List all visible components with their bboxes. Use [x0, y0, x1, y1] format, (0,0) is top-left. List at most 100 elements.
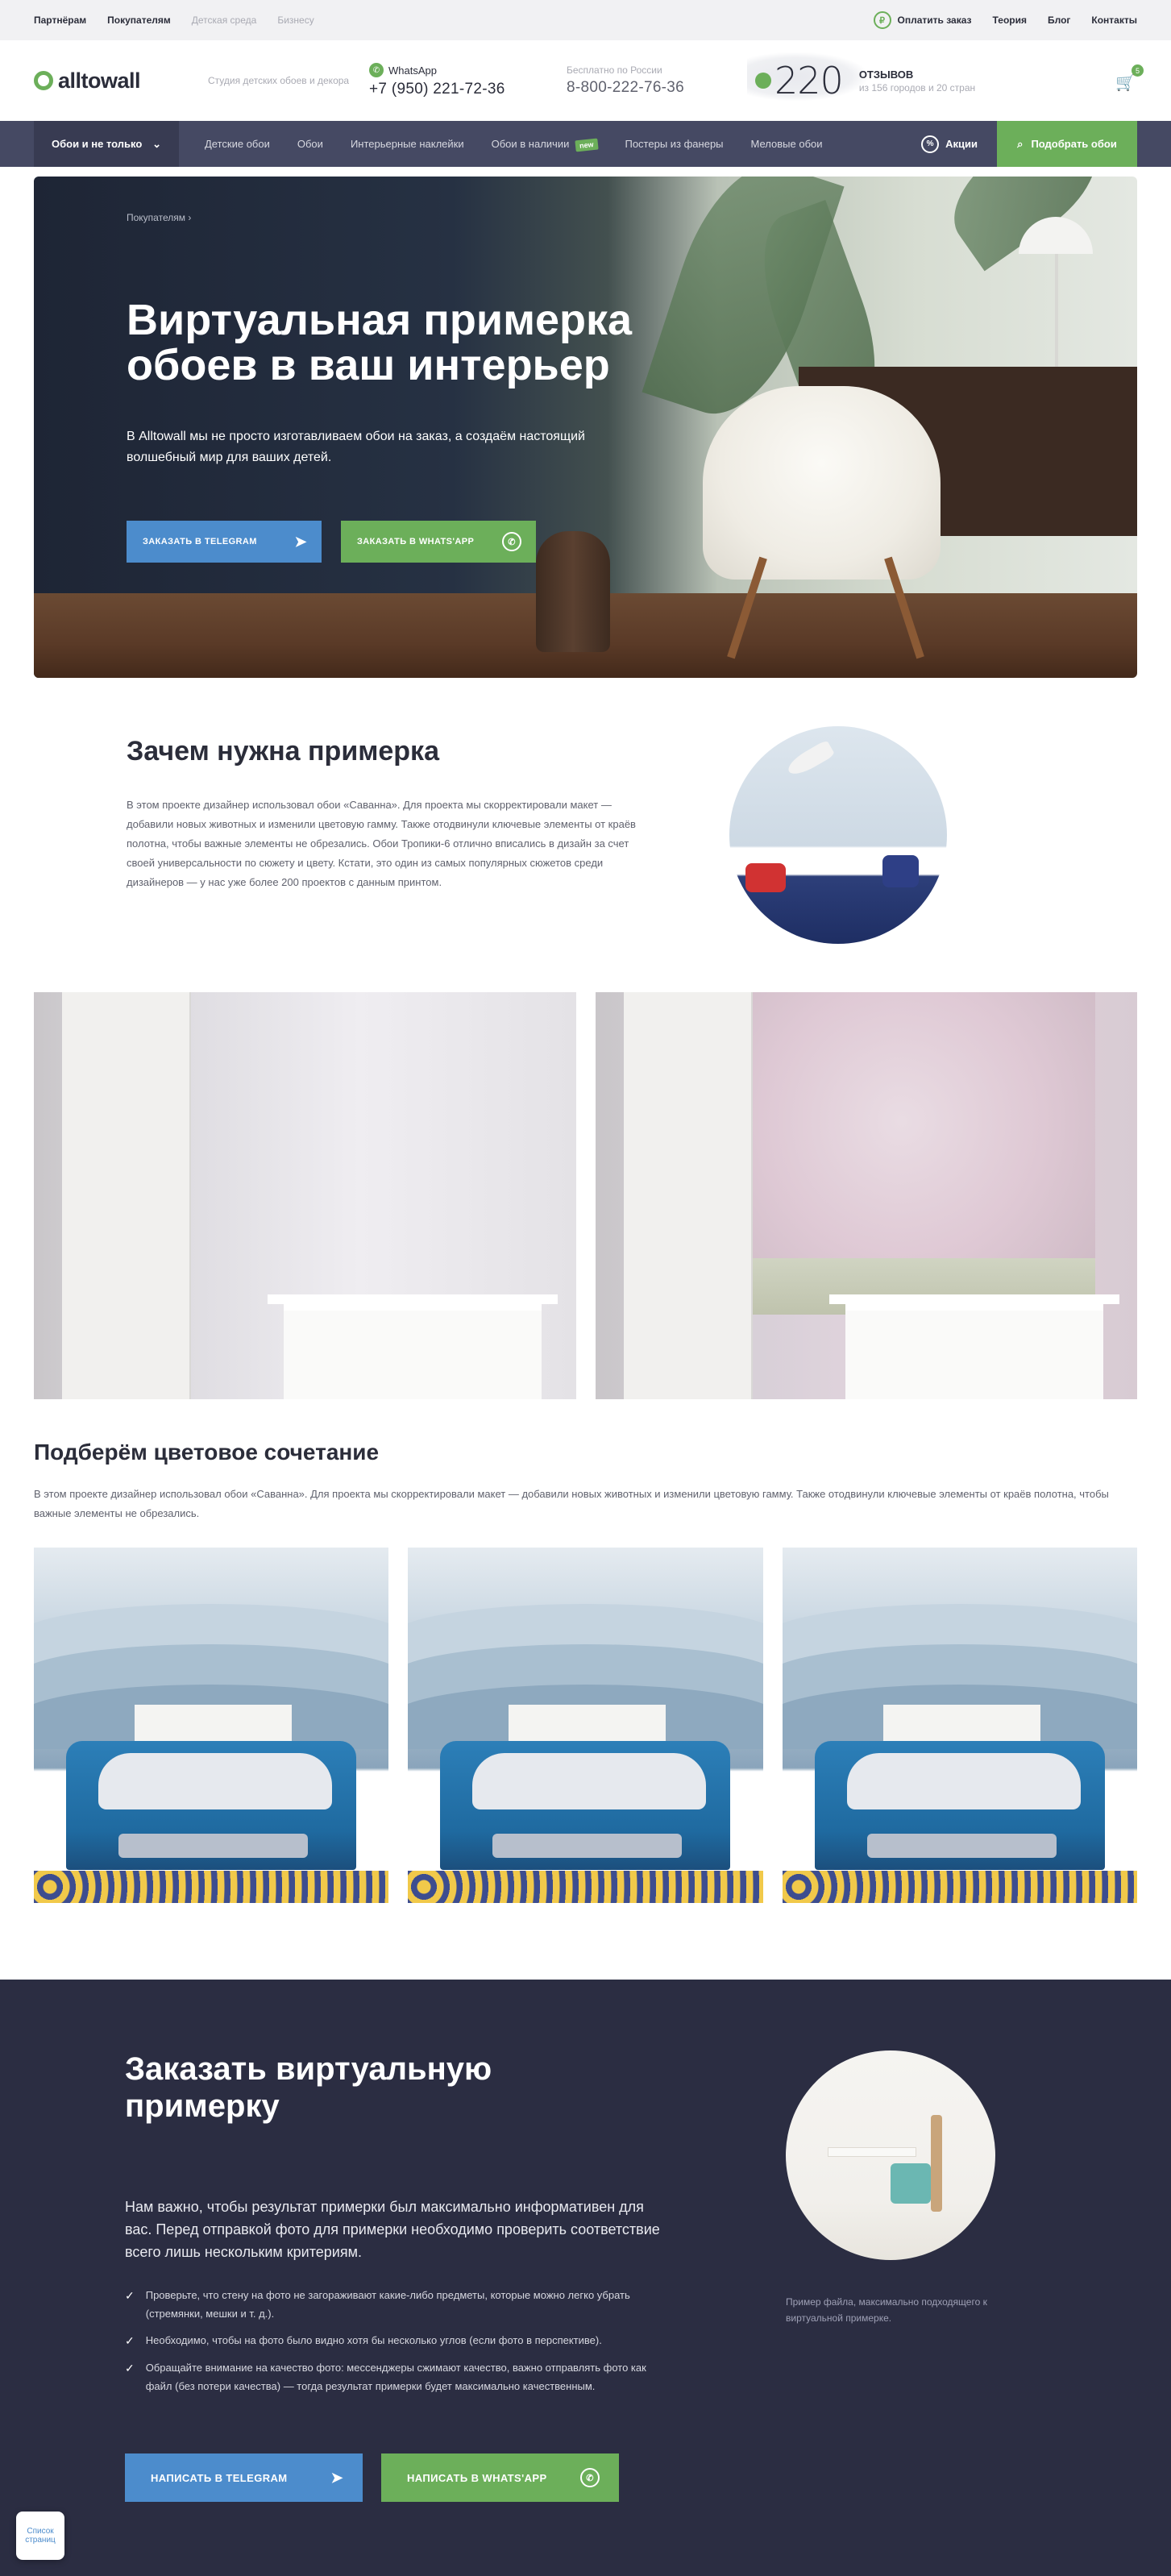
- reviews-subtitle: из 156 городов и 20 стран: [858, 81, 976, 93]
- reviews-count: 220: [774, 59, 844, 102]
- page-list-widget[interactable]: Список страниц: [16, 2512, 64, 2560]
- logo[interactable]: alltowall: [34, 69, 179, 93]
- lamp-pole-decoration: [1055, 254, 1058, 367]
- logo-text: alltowall: [58, 68, 141, 93]
- link-theory[interactable]: Теория: [993, 15, 1027, 26]
- wardrobe-decoration: [62, 992, 191, 1399]
- checklist-text: Необходимо, чтобы на фото было видно хот…: [145, 2334, 602, 2346]
- link-buyers[interactable]: Покупателям: [107, 15, 171, 26]
- cart-button[interactable]: 🛒 5: [1115, 64, 1144, 93]
- checklist-item: ✓ Проверьте, что стену на фото не загора…: [125, 2286, 673, 2323]
- link-blog[interactable]: Блог: [1048, 15, 1070, 26]
- check-icon: ✓: [125, 2289, 135, 2302]
- order-whatsapp-label: Написать в Whats'app: [407, 2471, 547, 2484]
- hero-title: Виртуальная примерка обоев в ваш интерье…: [127, 296, 633, 389]
- nav-item-stickers[interactable]: Интерьерные наклейки: [351, 138, 464, 150]
- telegram-icon: ➤: [330, 2469, 343, 2486]
- link-business[interactable]: Бизнесу: [277, 15, 314, 26]
- reviews-title: ОТЗЫВОВ: [858, 68, 914, 81]
- catalog-dropdown[interactable]: Обои и не только ⌄: [34, 121, 179, 167]
- sale-label: Акции: [945, 138, 978, 150]
- whatsapp-icon: ✆: [502, 532, 521, 551]
- checklist-item: ✓ Необходимо, чтобы на фото было видно х…: [125, 2331, 673, 2350]
- tagline: Студия детских обоев и декора: [208, 74, 350, 86]
- link-partners[interactable]: Партнёрам: [34, 15, 86, 26]
- shelf-decoration: [284, 1303, 542, 1399]
- nav-item-wallpaper[interactable]: Обои: [297, 138, 323, 150]
- combo-photo-grid: [34, 1548, 1137, 1903]
- color-combo-section: Подберём цветовое сочетание В этом проек…: [34, 1440, 1137, 1903]
- pick-wallpaper-label: Подобрать обои: [1031, 138, 1117, 150]
- sale-link[interactable]: % Акции: [921, 135, 978, 153]
- link-contacts[interactable]: Контакты: [1091, 15, 1137, 26]
- rocket-decoration: [784, 739, 836, 779]
- checklist-item: ✓ Обращайте внимание на качество фото: м…: [125, 2358, 673, 2395]
- whatsapp-phone[interactable]: +7 (950) 221-72-36: [369, 81, 567, 98]
- why-title: Зачем нужна примерка: [127, 736, 439, 767]
- before-after-photos: [34, 992, 1137, 1399]
- link-kids-environment[interactable]: Детская среда: [192, 15, 257, 26]
- order-checklist: ✓ Проверьте, что стену на фото не загора…: [125, 2286, 673, 2404]
- reviews-block[interactable]: 220 ОТЗЫВОВ из 156 городов и 20 стран: [747, 52, 976, 102]
- hero-lead: В Alltowall мы не просто изготавливаем о…: [127, 430, 585, 464]
- order-telegram-label: Написать в Telegram: [151, 2471, 288, 2484]
- cart-count-badge: 5: [1132, 64, 1144, 77]
- nav-item-in-stock[interactable]: Обои в наличии new: [491, 137, 599, 152]
- whatsapp-icon: ✆: [580, 2468, 600, 2487]
- shelf-decoration: [845, 1303, 1103, 1399]
- example-room-photo: [786, 2050, 995, 2260]
- new-badge: new: [575, 138, 599, 152]
- combo-title: Подберём цветовое сочетание: [34, 1440, 380, 1465]
- nav-item-in-stock-label: Обои в наличии: [491, 137, 570, 150]
- chevron-down-icon: ⌄: [152, 137, 161, 150]
- nav-item-plywood-posters[interactable]: Постеры из фанеры: [625, 138, 723, 150]
- percent-icon: %: [921, 135, 940, 153]
- nav-item-chalk-wallpaper[interactable]: Меловые обои: [751, 138, 823, 150]
- order-whatsapp-button[interactable]: Написать в Whats'app ✆: [381, 2453, 619, 2502]
- bedroom-photo: [782, 1548, 1137, 1903]
- nav-item-kids-wallpaper[interactable]: Детские обои: [205, 138, 270, 150]
- bedroom-photo: [34, 1548, 389, 1903]
- check-icon: ✓: [125, 2334, 135, 2347]
- hero-telegram-button[interactable]: Заказать в Telegram ➤: [127, 521, 322, 563]
- pay-order-label: Оплатить заказ: [897, 15, 972, 26]
- free-call-contact: Бесплатно по России 8-800-222-76-36: [567, 64, 744, 97]
- telegram-icon: ➤: [294, 533, 307, 550]
- bedroom-photo: [408, 1548, 763, 1903]
- breadcrumb-item[interactable]: Покупателям: [127, 212, 185, 223]
- why-text: В этом проекте дизайнер использовал обои…: [127, 799, 636, 888]
- order-telegram-button[interactable]: Написать в Telegram ➤: [125, 2453, 363, 2502]
- hero-banner: Покупателям › Виртуальная примерка обоев…: [34, 177, 1137, 678]
- order-title: Заказать виртуальную примерку: [125, 2051, 492, 2124]
- side-table-decoration: [536, 531, 610, 652]
- whatsapp-contact[interactable]: ✆ WhatsApp +7 (950) 221-72-36: [369, 63, 567, 98]
- hero-whatsapp-label: Заказать в Whats'app: [357, 537, 475, 546]
- breadcrumb[interactable]: Покупателям ›: [127, 212, 191, 223]
- chevron-right-icon: ›: [188, 212, 192, 223]
- hero-telegram-label: Заказать в Telegram: [143, 537, 257, 546]
- topbar-left: Партнёрам Покупателям Детская среда Бизн…: [34, 15, 314, 26]
- pay-order-link[interactable]: ₽ Оплатить заказ: [873, 11, 972, 29]
- cart-icon: 🛒: [1115, 74, 1136, 92]
- armchair-decoration: [703, 386, 941, 580]
- order-lead: Нам важно, чтобы результат примерки был …: [125, 2199, 660, 2260]
- example-photo-caption: Пример файла, максимально подходящего к …: [786, 2296, 987, 2324]
- free-call-phone[interactable]: 8-800-222-76-36: [567, 79, 744, 97]
- kids-room-photo: [729, 726, 947, 944]
- whatsapp-label: WhatsApp: [388, 64, 437, 77]
- topbar-right: ₽ Оплатить заказ Теория Блог Контакты: [873, 11, 1137, 29]
- chair-decoration: [891, 2163, 931, 2204]
- before-photo: [34, 992, 576, 1399]
- wardrobe-decoration: [623, 992, 753, 1399]
- pillow-decoration: [745, 863, 786, 892]
- main-nav: Обои и не только ⌄ Детские обои Обои Инт…: [0, 121, 1171, 167]
- ruble-icon: ₽: [873, 11, 891, 29]
- pillow-decoration: [882, 855, 919, 887]
- hero-whatsapp-button[interactable]: Заказать в Whats'app ✆: [341, 521, 536, 563]
- after-photo: [595, 992, 1137, 1399]
- desk-decoration: [828, 2147, 916, 2157]
- pick-wallpaper-button[interactable]: ⌕ Подобрать обои: [997, 121, 1137, 167]
- whatsapp-icon: ✆: [369, 63, 384, 77]
- nav-items: Детские обои Обои Интерьерные наклейки О…: [205, 137, 823, 152]
- order-section: Заказать виртуальную примерку Нам важно,…: [0, 1980, 1171, 2576]
